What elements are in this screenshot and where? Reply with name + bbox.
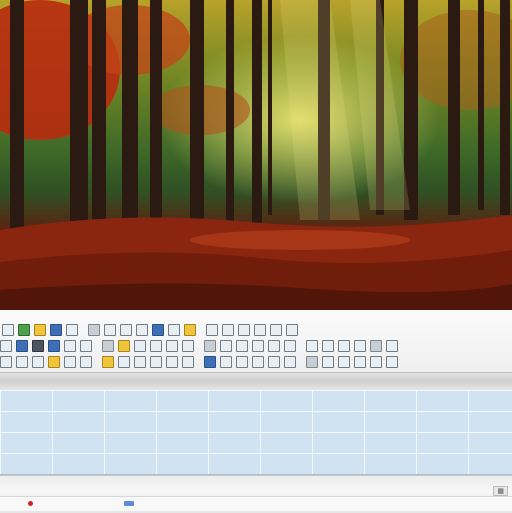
status-bar: ▦ — [0, 475, 512, 513]
cursor-icon[interactable] — [220, 339, 232, 352]
pages-icon[interactable] — [206, 323, 218, 336]
image-icon[interactable] — [386, 355, 398, 368]
grid-icon[interactable] — [134, 339, 146, 352]
page-icon[interactable] — [204, 339, 216, 352]
forest-illustration — [0, 0, 512, 310]
globe-icon[interactable] — [322, 339, 334, 352]
grid-icon[interactable] — [150, 355, 162, 368]
notes-icon[interactable] — [66, 323, 78, 336]
curve-icon[interactable] — [286, 323, 298, 336]
page-icon[interactable] — [284, 355, 296, 368]
chart-bar-icon[interactable] — [102, 339, 114, 352]
film-icon[interactable] — [32, 355, 44, 368]
star-icon[interactable] — [48, 355, 60, 368]
square-icon[interactable] — [306, 355, 318, 368]
doc-icon[interactable] — [80, 339, 92, 352]
page-icon[interactable] — [0, 355, 12, 368]
table-icon[interactable] — [370, 355, 382, 368]
star-icon[interactable] — [34, 323, 46, 336]
toolbar-row-2 — [0, 338, 402, 353]
image-icon[interactable] — [64, 355, 76, 368]
chart-icon[interactable] — [184, 323, 196, 336]
circle-icon[interactable] — [338, 339, 350, 352]
shapes-icon[interactable] — [254, 323, 266, 336]
toolbar-row-1 — [2, 322, 302, 337]
pages-icon[interactable] — [204, 355, 216, 368]
frame-icon[interactable] — [322, 355, 334, 368]
arrow-icon[interactable] — [370, 339, 382, 352]
shield-icon[interactable] — [32, 339, 44, 352]
bolt-icon[interactable] — [48, 339, 60, 352]
doc-icon[interactable] — [0, 339, 12, 352]
status-flag-icon — [124, 501, 134, 506]
page-icon[interactable] — [150, 339, 162, 352]
table-icon[interactable] — [118, 355, 130, 368]
chart-icon[interactable] — [182, 355, 194, 368]
toolbar-divider — [0, 372, 512, 392]
pages-icon[interactable] — [16, 355, 28, 368]
frame-icon[interactable] — [182, 339, 194, 352]
lock-icon[interactable] — [252, 355, 264, 368]
status-dot-icon — [28, 501, 33, 506]
palette-icon[interactable] — [306, 339, 318, 352]
image-icon[interactable] — [134, 355, 146, 368]
circle-icon[interactable] — [236, 355, 248, 368]
status-bar-inner — [0, 496, 512, 511]
list-icon[interactable] — [354, 355, 366, 368]
forest-photo — [0, 0, 512, 310]
folder-icon[interactable] — [16, 339, 28, 352]
text-t-icon[interactable] — [166, 339, 178, 352]
rotate-icon[interactable] — [236, 339, 248, 352]
toolbar — [0, 310, 512, 372]
list-icon[interactable] — [64, 339, 76, 352]
image-icon[interactable] — [50, 323, 62, 336]
status-resize-icon[interactable]: ▦ — [493, 486, 508, 496]
loop-icon[interactable] — [354, 339, 366, 352]
grid-icon[interactable] — [2, 323, 14, 336]
color-icon[interactable] — [252, 339, 264, 352]
frame-icon[interactable] — [102, 355, 114, 368]
brush-icon[interactable] — [238, 323, 250, 336]
list-icon[interactable] — [166, 355, 178, 368]
grid-icon[interactable] — [268, 355, 280, 368]
doc-edit-icon[interactable] — [18, 323, 30, 336]
eye-icon[interactable] — [120, 323, 132, 336]
grid-icon[interactable] — [338, 355, 350, 368]
frame-icon[interactable] — [220, 355, 232, 368]
crop-icon[interactable] — [80, 355, 92, 368]
canvas-grid[interactable] — [0, 390, 512, 475]
table-icon[interactable] — [152, 323, 164, 336]
image-icon[interactable] — [118, 339, 130, 352]
lasso-icon[interactable] — [270, 323, 282, 336]
search-icon[interactable] — [222, 323, 234, 336]
frame-icon[interactable] — [284, 339, 296, 352]
cursor-icon[interactable] — [136, 323, 148, 336]
image-icon[interactable] — [88, 323, 100, 336]
grid-icon[interactable] — [386, 339, 398, 352]
frame-icon[interactable] — [168, 323, 180, 336]
chart-icon[interactable] — [268, 339, 280, 352]
toolbar-row-3 — [0, 354, 402, 369]
layers-icon[interactable] — [104, 323, 116, 336]
